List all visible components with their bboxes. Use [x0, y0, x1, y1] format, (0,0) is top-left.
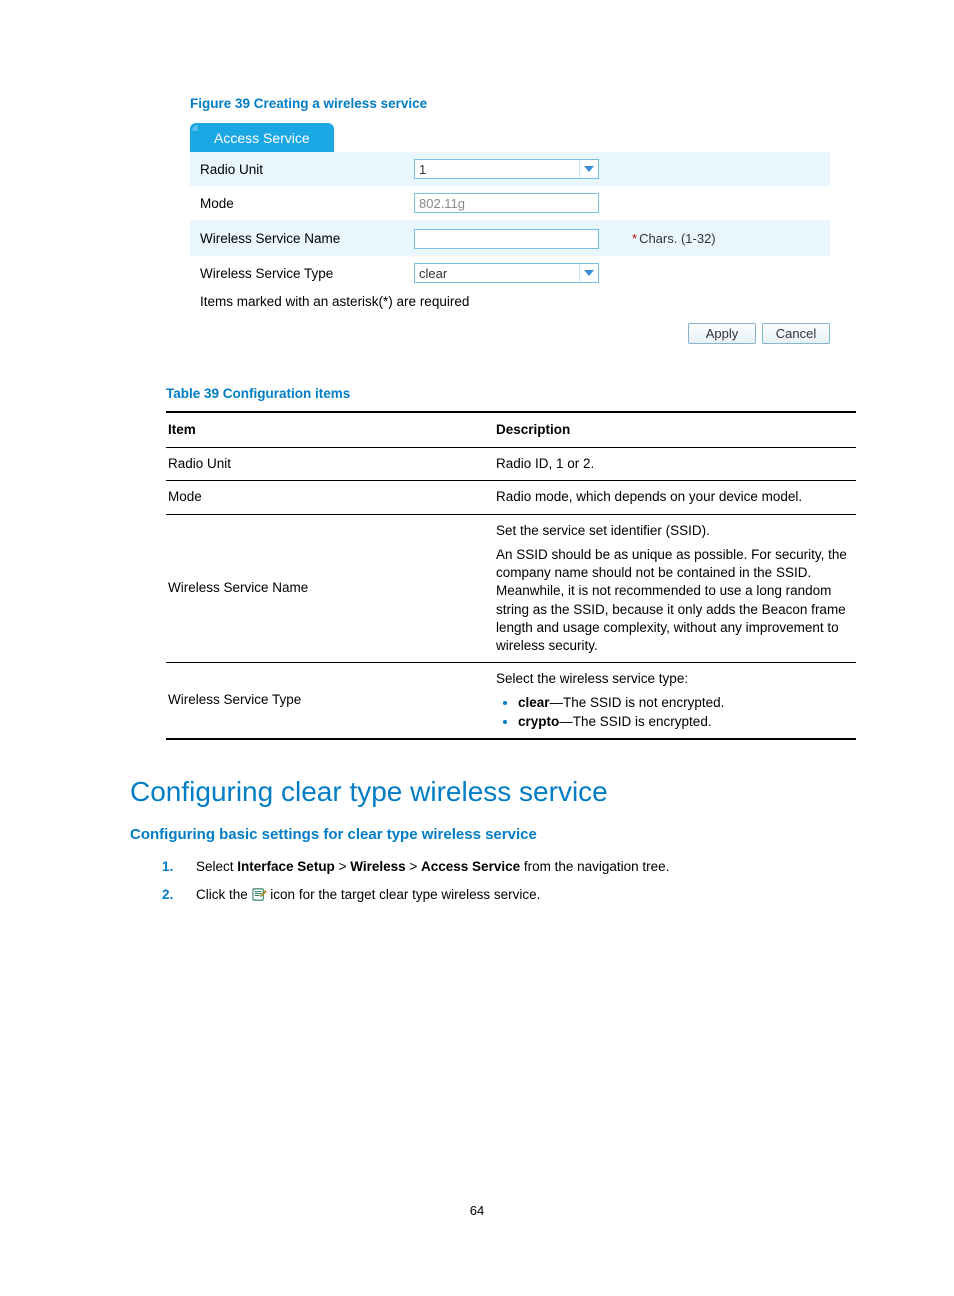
service-type-select[interactable]: clear: [414, 263, 599, 283]
form-table: Radio Unit 1 Mode 802.11g: [190, 152, 830, 290]
label-radio-unit: Radio Unit: [190, 152, 404, 186]
bullet-text: —The SSID is encrypted.: [559, 714, 711, 729]
radio-unit-select[interactable]: 1: [414, 159, 599, 179]
steps-list: Select Interface Setup > Wireless > Acce…: [162, 857, 860, 908]
step-text: icon for the target clear type wireless …: [270, 887, 540, 902]
service-type-value: clear: [419, 266, 447, 281]
radio-unit-value: 1: [419, 162, 426, 177]
ssid-desc-p1: Set the service set identifier (SSID).: [496, 522, 850, 540]
th-item: Item: [166, 412, 494, 448]
table-caption: Table 39 Configuration items: [166, 386, 860, 401]
config-table: Item Description Radio Unit Radio ID, 1 …: [166, 411, 856, 740]
button-row: Apply Cancel: [190, 323, 830, 344]
bullet-bold: crypto: [518, 714, 559, 729]
ssid-desc-p2: An SSID should be as unique as possible.…: [496, 546, 850, 655]
step-text: Select: [196, 859, 237, 874]
table-row: Mode Radio mode, which depends on your d…: [166, 481, 856, 514]
tab-bar: Access Service: [190, 123, 830, 152]
apply-button[interactable]: Apply: [688, 323, 756, 344]
chevron-down-icon: [579, 160, 598, 178]
step-bold: Access Service: [421, 859, 520, 874]
service-name-input[interactable]: [414, 229, 599, 249]
cfg-desc: Select the wireless service type: clear—…: [494, 663, 856, 739]
table-row: Wireless Service Name Set the service se…: [166, 514, 856, 663]
bullet-bold: clear: [518, 695, 550, 710]
form-row-service-name: Wireless Service Name *Chars. (1-32): [190, 220, 830, 256]
mode-field: 802.11g: [414, 193, 599, 213]
svc-type-list: clear—The SSID is not encrypted. crypto—…: [496, 694, 850, 730]
cfg-desc: Radio mode, which depends on your device…: [494, 481, 856, 514]
service-name-hint-text: Chars. (1-32): [639, 231, 716, 246]
tab-access-service[interactable]: Access Service: [190, 123, 334, 152]
required-note: Items marked with an asterisk(*) are req…: [200, 294, 830, 309]
th-desc: Description: [494, 412, 856, 448]
list-item: clear—The SSID is not encrypted.: [518, 694, 850, 712]
page-number: 64: [0, 1203, 954, 1218]
table-row: Radio Unit Radio ID, 1 or 2.: [166, 448, 856, 481]
cfg-item: Radio Unit: [166, 448, 494, 481]
section-heading: Configuring clear type wireless service: [130, 776, 860, 808]
step-text: Click the: [196, 887, 252, 902]
chevron-down-icon: [579, 264, 598, 282]
edit-icon: [252, 887, 267, 908]
step-sep: >: [335, 859, 350, 874]
svc-type-intro: Select the wireless service type:: [496, 670, 850, 688]
step-bold: Interface Setup: [237, 859, 335, 874]
step-item: Click the icon for the target clear type…: [162, 885, 860, 908]
page: Figure 39 Creating a wireless service Ac…: [0, 0, 954, 1296]
figure-caption: Figure 39 Creating a wireless service: [190, 96, 860, 111]
cfg-item: Mode: [166, 481, 494, 514]
service-name-hint: *Chars. (1-32): [622, 220, 830, 256]
bullet-text: —The SSID is not encrypted.: [550, 695, 725, 710]
form-panel: Access Service Radio Unit 1 Mode: [190, 123, 830, 309]
table-row: Wireless Service Type Select the wireles…: [166, 663, 856, 739]
step-bold: Wireless: [350, 859, 405, 874]
table-header-row: Item Description: [166, 412, 856, 448]
label-mode: Mode: [190, 186, 404, 220]
step-text: from the navigation tree.: [520, 859, 669, 874]
label-service-type: Wireless Service Type: [190, 256, 404, 290]
label-service-name: Wireless Service Name: [190, 220, 404, 256]
form-row-radio-unit: Radio Unit 1: [190, 152, 830, 186]
cfg-item: Wireless Service Type: [166, 663, 494, 739]
list-item: crypto—The SSID is encrypted.: [518, 713, 850, 731]
cfg-desc: Radio ID, 1 or 2.: [494, 448, 856, 481]
cfg-item: Wireless Service Name: [166, 514, 494, 663]
form-row-mode: Mode 802.11g: [190, 186, 830, 220]
subsection-heading: Configuring basic settings for clear typ…: [130, 826, 860, 843]
cfg-desc: Set the service set identifier (SSID). A…: [494, 514, 856, 663]
form-row-service-type: Wireless Service Type clear: [190, 256, 830, 290]
required-asterisk: *: [632, 231, 637, 246]
cancel-button[interactable]: Cancel: [762, 323, 830, 344]
mode-value: 802.11g: [419, 196, 465, 211]
step-sep: >: [406, 859, 421, 874]
step-item: Select Interface Setup > Wireless > Acce…: [162, 857, 860, 877]
